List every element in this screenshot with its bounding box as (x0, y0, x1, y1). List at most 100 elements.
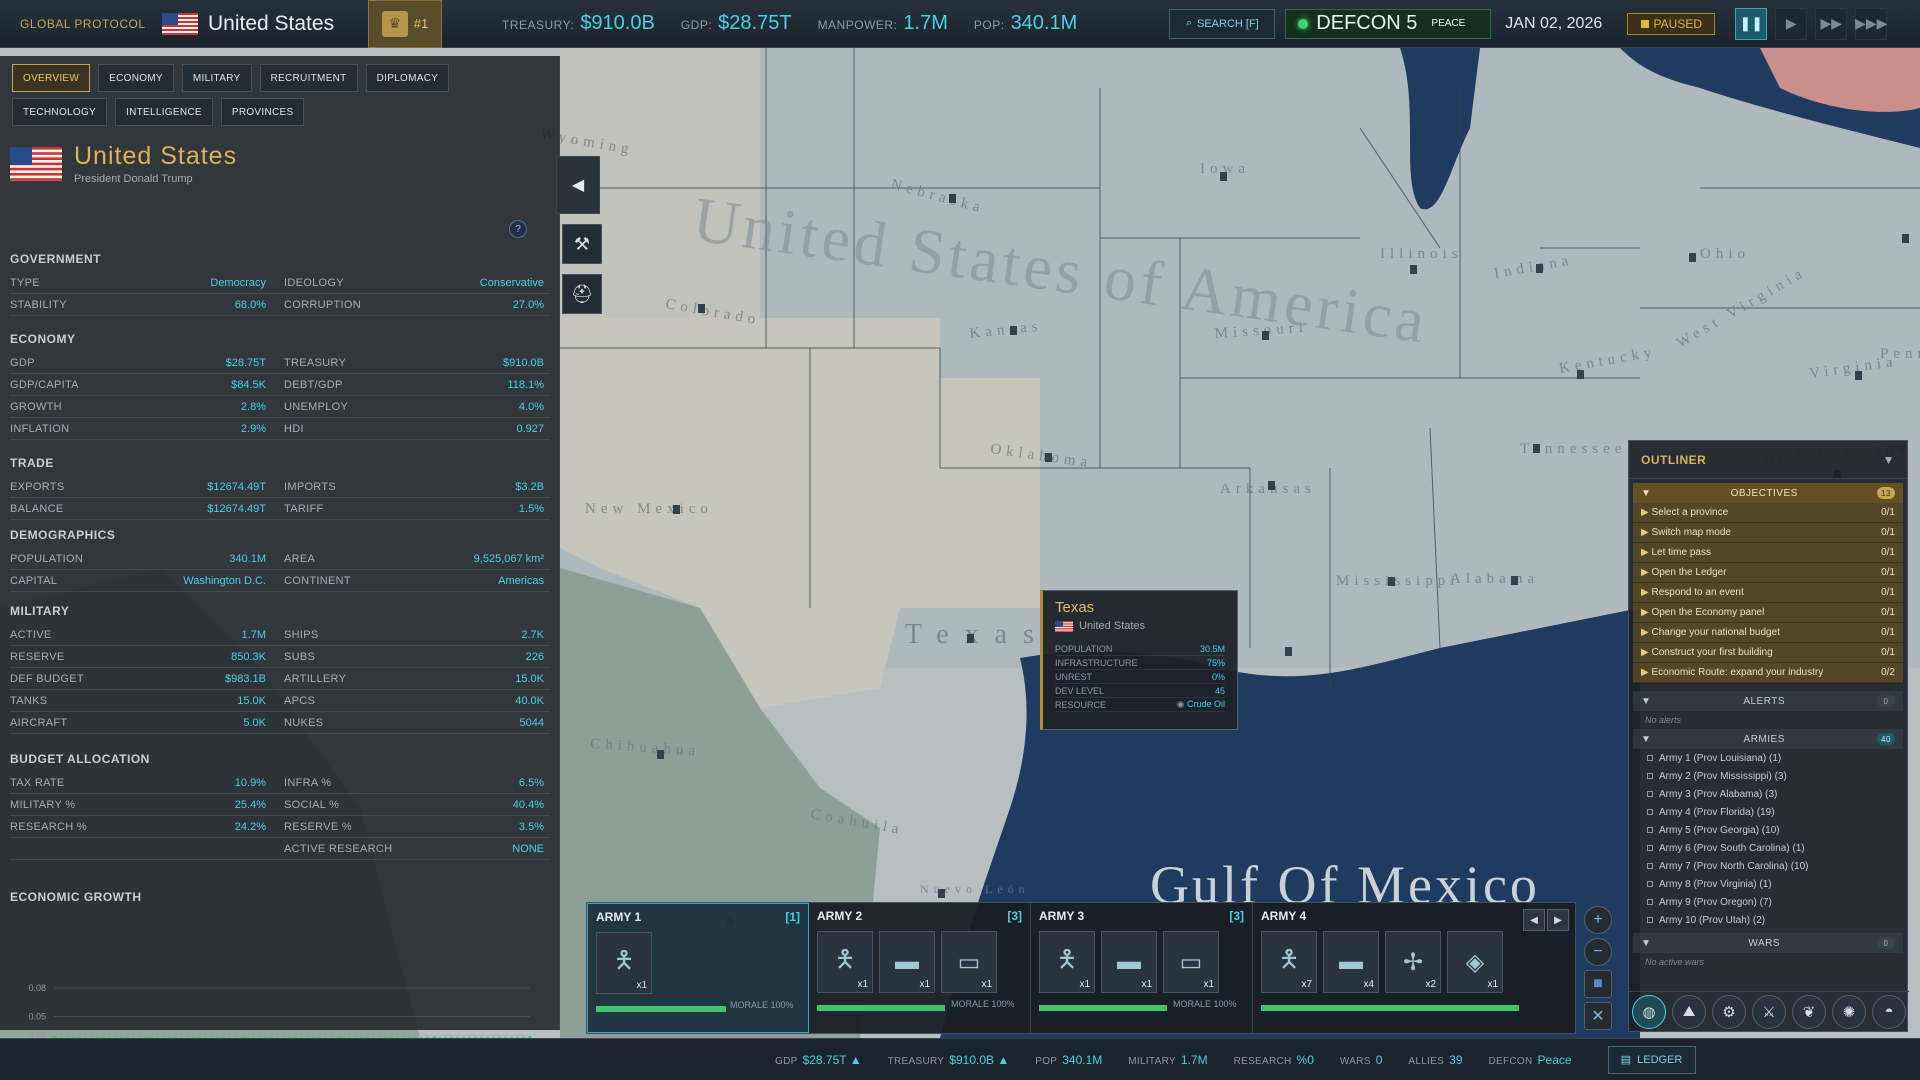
army-list-item[interactable]: Army 2 (Prov Mississippi) (3) (1633, 767, 1903, 785)
play-button[interactable]: ▶ (1775, 8, 1807, 40)
army-card-4[interactable]: ARMY 4 🯅x7 ▬x4 ✢x2 ◈x1 (1253, 903, 1515, 1033)
army-list-item[interactable]: Army 6 (Prov South Carolina) (1) (1633, 839, 1903, 857)
pause-button[interactable]: ❚❚ (1735, 8, 1767, 40)
bottom-stat[interactable]: GDP$28.75T ▲ (775, 1053, 862, 1067)
unit-tank[interactable]: ▬x4 (1323, 931, 1379, 993)
alerts-section-header[interactable]: ▼ ALERTS 0 (1633, 691, 1903, 711)
army-checkbox[interactable] (1647, 899, 1653, 905)
manpower-stat[interactable]: MANPOWER:1.7M (818, 12, 948, 35)
bottom-stat[interactable]: POP340.1M (1035, 1053, 1102, 1067)
rank-badge[interactable]: ♛ #1 (368, 0, 442, 48)
objective-item[interactable]: ▶ Open the Ledger0/1 (1633, 563, 1903, 583)
fast-forward-button[interactable]: ▶▶ (1815, 8, 1847, 40)
army-checkbox[interactable] (1647, 755, 1653, 761)
gdp-stat[interactable]: GDP:$28.75T (681, 12, 792, 35)
tab-economy[interactable]: ECONOMY (98, 64, 174, 92)
army-next-button[interactable]: ▶ (1547, 909, 1569, 931)
tab-technology[interactable]: TECHNOLOGY (12, 98, 107, 126)
treasury-stat[interactable]: TREASURY:$910.0B (502, 12, 655, 35)
army-checkbox[interactable] (1647, 881, 1653, 887)
army-list-item[interactable]: Army 3 (Prov Alabama) (3) (1633, 785, 1903, 803)
armies-section-header[interactable]: ▼ ARMIES 40 (1633, 729, 1903, 749)
army-prev-button[interactable]: ◀ (1523, 909, 1545, 931)
military-map-mode-button[interactable]: ⚔ (1752, 995, 1786, 1029)
bottom-stat[interactable]: ALLIES39 (1408, 1053, 1462, 1067)
objective-item[interactable]: ▶ Open the Economy panel0/1 (1633, 603, 1903, 623)
fastest-button[interactable]: ▶▶▶ (1855, 8, 1887, 40)
unit-artillery[interactable]: ✢x2 (1385, 931, 1441, 993)
tab-military[interactable]: MILITARY (182, 64, 252, 92)
tab-diplomacy[interactable]: DIPLOMACY (366, 64, 450, 92)
zoom-out-button[interactable]: − (1584, 938, 1612, 966)
country-name[interactable]: United States (208, 12, 368, 36)
political-map-mode-button[interactable]: ◍ (1632, 995, 1666, 1029)
army-card-3[interactable]: ARMY 3[3] 🯅x1 ▬x1 ▭x1 MORALE 100% (1031, 903, 1253, 1033)
bottom-stat[interactable]: MILITARY1.7M (1128, 1053, 1207, 1067)
unit-infantry[interactable]: 🯅x1 (1039, 931, 1095, 993)
search-button[interactable]: ⌕ SEARCH [F] (1169, 9, 1275, 39)
army-checkbox[interactable] (1647, 809, 1653, 815)
army-checkbox[interactable] (1647, 863, 1653, 869)
disband-button[interactable]: ✕ (1584, 1002, 1612, 1030)
stat-label: BALANCE (10, 503, 130, 515)
army-list-item[interactable]: Army 5 (Prov Georgia) (10) (1633, 821, 1903, 839)
intel-map-mode-button[interactable]: ◓ (1872, 995, 1906, 1029)
play-arrow-icon: ▶ (1641, 587, 1651, 598)
army-list-item[interactable]: Army 10 (Prov Utah) (2) (1633, 911, 1903, 929)
unit-apc[interactable]: ▭x1 (1163, 931, 1219, 993)
army-list-item[interactable]: Army 1 (Prov Louisiana) (1) (1633, 749, 1903, 767)
bottom-stat[interactable]: RESEARCH%0 (1234, 1053, 1314, 1067)
economy-map-mode-button[interactable]: ⚙ (1712, 995, 1746, 1029)
bottom-stat[interactable]: TREASURY$910.0B ▲ (888, 1053, 1010, 1067)
army-list-item[interactable]: Army 9 (Prov Oregon) (7) (1633, 893, 1903, 911)
collapse-panel-button[interactable]: ◀ (556, 156, 600, 214)
objectives-section-header[interactable]: ▼ OBJECTIVES 13 (1633, 483, 1903, 503)
tab-intelligence[interactable]: INTELLIGENCE (115, 98, 213, 126)
wars-section-header[interactable]: ▼ WARS 0 (1633, 933, 1903, 953)
population-stat[interactable]: POP:340.1M (974, 12, 1077, 35)
army-checkbox[interactable] (1647, 917, 1653, 923)
unit-infantry[interactable]: 🯅x1 (596, 932, 652, 994)
zoom-in-button[interactable]: + (1584, 906, 1612, 934)
outliner-header[interactable]: OUTLINER ▼ (1629, 441, 1907, 479)
unit-apc[interactable]: ▭x1 (941, 931, 997, 993)
army-list-item[interactable]: Army 7 (Prov North Carolina) (10) (1633, 857, 1903, 875)
army-list-item[interactable]: Army 4 (Prov Florida) (19) (1633, 803, 1903, 821)
unit-infantry[interactable]: 🯅x1 (817, 931, 873, 993)
bottom-stat[interactable]: DEFCONPeace (1489, 1053, 1572, 1067)
army-list-item[interactable]: Army 8 (Prov Virginia) (1) (1633, 875, 1903, 893)
construction-tool-button[interactable]: ⚒ (562, 224, 602, 264)
objective-item[interactable]: ▶ Change your national budget0/1 (1633, 623, 1903, 643)
army-card-2[interactable]: ARMY 2[3] 🯅x1 ▬x1 ▭x1 MORALE 100% (809, 903, 1031, 1033)
objective-item[interactable]: ▶ Respond to an event0/1 (1633, 583, 1903, 603)
army-name: ARMY 2 (817, 909, 862, 923)
unit-tank[interactable]: ▬x1 (1101, 931, 1157, 993)
objective-item[interactable]: ▶ Construct your first building0/1 (1633, 643, 1903, 663)
unit-anti-air[interactable]: ◈x1 (1447, 931, 1503, 993)
army-checkbox[interactable] (1647, 773, 1653, 779)
objective-item[interactable]: ▶ Let time pass0/1 (1633, 543, 1903, 563)
research-map-mode-button[interactable]: ✺ (1832, 995, 1866, 1029)
ledger-button[interactable]: ▤ LEDGER (1608, 1046, 1696, 1074)
army-checkbox[interactable] (1647, 827, 1653, 833)
tab-overview[interactable]: OVERVIEW (12, 64, 90, 92)
help-button[interactable]: ? (509, 220, 527, 238)
objective-text: Economic Route: expand your industry (1651, 667, 1823, 678)
select-all-button[interactable]: ■ (1584, 970, 1612, 998)
objective-item[interactable]: ▶ Economic Route: expand your industry0/… (1633, 663, 1903, 683)
objective-item[interactable]: ▶ Switch map mode0/1 (1633, 523, 1903, 543)
defcon-indicator[interactable]: DEFCON 5 PEACE (1285, 9, 1491, 39)
objective-item[interactable]: ▶ Select a province0/1 (1633, 503, 1903, 523)
army-checkbox[interactable] (1647, 791, 1653, 797)
tab-recruitment[interactable]: RECRUITMENT (260, 64, 358, 92)
stat-value: 68.0% (130, 299, 266, 311)
diplomacy-map-mode-button[interactable]: ❦ (1792, 995, 1826, 1029)
unit-infantry[interactable]: 🯅x7 (1261, 931, 1317, 993)
terrain-map-mode-button[interactable]: ⛰ (1672, 995, 1706, 1029)
military-tool-button[interactable]: ⛑ (562, 274, 602, 314)
bottom-stat[interactable]: WARS0 (1340, 1053, 1383, 1067)
tab-provinces[interactable]: PROVINCES (221, 98, 305, 126)
army-checkbox[interactable] (1647, 845, 1653, 851)
unit-tank[interactable]: ▬x1 (879, 931, 935, 993)
army-card-1[interactable]: ARMY 1[1] 🯅x1 MORALE 100% (587, 903, 809, 1033)
